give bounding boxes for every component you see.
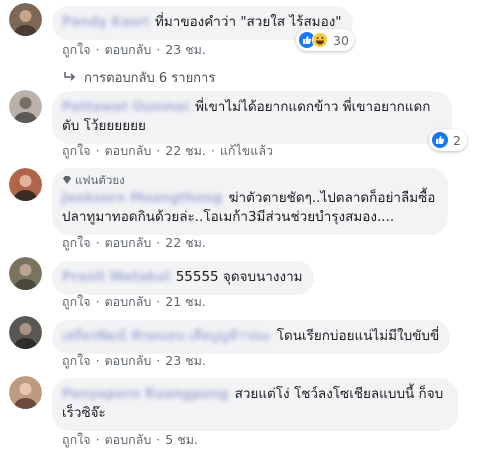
reply-link[interactable]: ตอบกลับ xyxy=(105,235,152,250)
commenter-name[interactable]: Jeeksorn Muangthong xyxy=(62,189,222,208)
avatar[interactable] xyxy=(9,316,42,349)
like-reaction-icon xyxy=(432,132,448,148)
timestamp[interactable]: 23 ชม. xyxy=(165,353,206,368)
like-link[interactable]: ถูกใจ xyxy=(62,353,91,368)
like-link[interactable]: ถูกใจ xyxy=(62,42,91,57)
comment-bubble: Pattawat Ounmei พี่เขาไม่ได้อยากแดกข้าว พ… xyxy=(52,91,452,144)
reply-link[interactable]: ตอบกลับ xyxy=(105,432,152,447)
like-link[interactable]: ถูกใจ xyxy=(62,143,91,158)
view-replies-link[interactable]: การตอบกลับ 6 รายการ xyxy=(64,67,215,88)
avatar-photo xyxy=(9,376,42,409)
comment-text: โดนเรียกบ่อยแน่ไม่มีใบขับขี่ xyxy=(276,328,440,344)
reaction-count: 2 xyxy=(453,132,461,148)
avatar[interactable] xyxy=(9,3,42,36)
comment-actions: ถูกใจ · ตอบกลับ · 21 ชม. xyxy=(62,294,206,309)
avatar-photo xyxy=(9,90,42,123)
timestamp[interactable]: 23 ชม. xyxy=(165,42,206,57)
comment-actions: ถูกใจ · ตอบกลับ · 22 ชม. xyxy=(62,235,206,250)
commenter-name[interactable]: Pattawat Ounmei xyxy=(62,98,189,117)
reply-link[interactable]: ตอบกลับ xyxy=(105,353,152,368)
reaction-count: 30 xyxy=(333,32,349,48)
comment-text: 55555 จุดจบนางงาม xyxy=(175,269,303,285)
reactions-summary[interactable]: 2 xyxy=(429,129,467,151)
comment-actions: ถูกใจ · ตอบกลับ · 23 ชม. xyxy=(62,353,206,368)
commenter-name[interactable]: Prasit Wetakul xyxy=(62,268,170,287)
like-link[interactable]: ถูกใจ xyxy=(62,432,91,447)
reply-link[interactable]: ตอบกลับ xyxy=(105,143,152,158)
replies-label: การตอบกลับ 6 รายการ xyxy=(84,71,216,86)
commenter-name[interactable]: เสถียรพัฒน์ ทักษณธน เสือบุญห้าวณะ xyxy=(62,327,271,346)
timestamp[interactable]: 5 ชม. xyxy=(165,432,198,447)
comment-actions: ถูกใจ · ตอบกลับ · 22 ชม. · แก้ไขแล้ว xyxy=(62,143,274,158)
avatar-photo xyxy=(9,257,42,290)
diamond-icon xyxy=(63,176,71,184)
comment-bubble: แฟนตัวยง Jeeksorn Muangthong ฆ่าตัวตายชัด… xyxy=(52,168,448,235)
comment-bubble: Panyaporn Ruangpung สวยแต่โง่ โชว์ลงโซเชี… xyxy=(52,378,458,431)
top-fan-label: แฟนตัวยง xyxy=(75,173,125,187)
like-link[interactable]: ถูกใจ xyxy=(62,235,91,250)
timestamp[interactable]: 22 ชม. xyxy=(165,143,206,158)
avatar[interactable] xyxy=(9,168,42,201)
comment-text: ที่มาของคำว่า "สวยใส ไร้สมอง" xyxy=(154,14,342,30)
avatar-photo xyxy=(9,168,42,201)
avatar[interactable] xyxy=(9,376,42,409)
edited-label[interactable]: แก้ไขแล้ว xyxy=(220,143,273,158)
reply-arrow-icon xyxy=(64,71,76,86)
reply-link[interactable]: ตอบกลับ xyxy=(105,42,152,57)
comment-actions: ถูกใจ · ตอบกลับ · 23 ชม. xyxy=(62,42,206,57)
commenter-name[interactable]: Panyaporn Ruangpung xyxy=(62,385,229,404)
avatar[interactable] xyxy=(9,257,42,290)
reactions-summary[interactable]: 30 xyxy=(296,29,354,51)
reply-link[interactable]: ตอบกลับ xyxy=(105,294,152,309)
haha-reaction-icon xyxy=(312,32,328,48)
commenter-name[interactable]: Pandy Kasri xyxy=(62,13,149,32)
top-fan-badge: แฟนตัวยง xyxy=(62,173,437,188)
avatar-photo xyxy=(9,316,42,349)
avatar-photo xyxy=(9,3,42,36)
timestamp[interactable]: 22 ชม. xyxy=(165,235,206,250)
avatar[interactable] xyxy=(9,90,42,123)
comment-actions: ถูกใจ · ตอบกลับ · 5 ชม. xyxy=(62,432,198,447)
timestamp[interactable]: 21 ชม. xyxy=(165,294,206,309)
like-link[interactable]: ถูกใจ xyxy=(62,294,91,309)
comment-bubble: เสถียรพัฒน์ ทักษณธน เสือบุญห้าวณะ โดนเรีย… xyxy=(52,320,451,354)
comment-bubble: Prasit Wetakul 55555 จุดจบนางงาม xyxy=(52,261,314,295)
